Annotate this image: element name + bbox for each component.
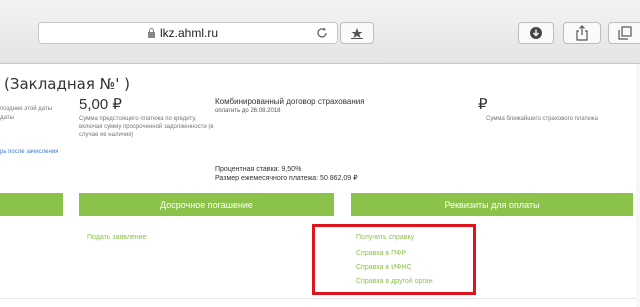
page-content: (Закладная №' ) позднее этой даты даты р… <box>0 65 640 307</box>
share-button[interactable] <box>563 22 601 44</box>
page-title: (Закладная №' ) <box>4 75 131 93</box>
left-link[interactable]: рь после зачисления <box>0 149 58 155</box>
tabs-button[interactable] <box>608 22 640 44</box>
url-display[interactable]: lkz.ahml.ru <box>147 23 218 43</box>
left-note-2: даты <box>0 115 14 121</box>
early-repayment-button[interactable]: Досрочное погашение <box>79 193 334 216</box>
download-icon <box>530 27 542 39</box>
reload-icon[interactable] <box>315 26 329 40</box>
insurance-title: Комбинированный договор страхования <box>215 97 365 106</box>
url-text: lkz.ahml.ru <box>160 26 219 40</box>
other-organ-certificate-link[interactable]: Справка в другой орган <box>356 278 433 285</box>
page-edge <box>636 64 640 307</box>
get-certificate-link[interactable]: Получить справку <box>356 234 414 241</box>
left-note-1: позднее этой даты <box>0 106 53 112</box>
payment-requisites-button[interactable]: Реквизиты для оплаты <box>351 193 633 216</box>
star-icon <box>351 28 363 39</box>
payment-amount: 5,00 ₽ <box>79 96 122 113</box>
insurance-due-date: оплатить до 26.08.2018 <box>215 108 281 114</box>
bookmark-button[interactable] <box>340 22 374 44</box>
monthly-payment: Размер ежемесячного платежа: 50 862,09 ₽ <box>215 175 358 182</box>
lock-icon <box>148 28 155 38</box>
share-icon <box>576 25 588 41</box>
next-insurance-description: Сумма ближайшего страхового платежа <box>486 116 598 122</box>
pfr-certificate-link[interactable]: Справка в ПФР <box>356 250 406 257</box>
ifns-certificate-link[interactable]: Справка в ИФНС <box>356 264 412 271</box>
submit-request-link[interactable]: Подать заявление <box>87 234 147 241</box>
loan-rates: Процентная ставка: 9,50% Размер ежемесяч… <box>215 165 358 183</box>
downloads-button[interactable] <box>518 22 554 44</box>
tabs-icon <box>617 26 632 40</box>
payment-description: Сумма предстоящего платежа по кредиту, в… <box>79 116 214 138</box>
browser-toolbar: lkz.ahml.ru <box>0 0 640 64</box>
address-bar[interactable]: lkz.ahml.ru <box>38 22 338 44</box>
divider <box>0 298 640 299</box>
interest-rate: Процентная ставка: 9,50% <box>215 166 302 173</box>
next-insurance-amount: ₽ <box>478 96 488 113</box>
left-green-button[interactable] <box>0 193 63 216</box>
